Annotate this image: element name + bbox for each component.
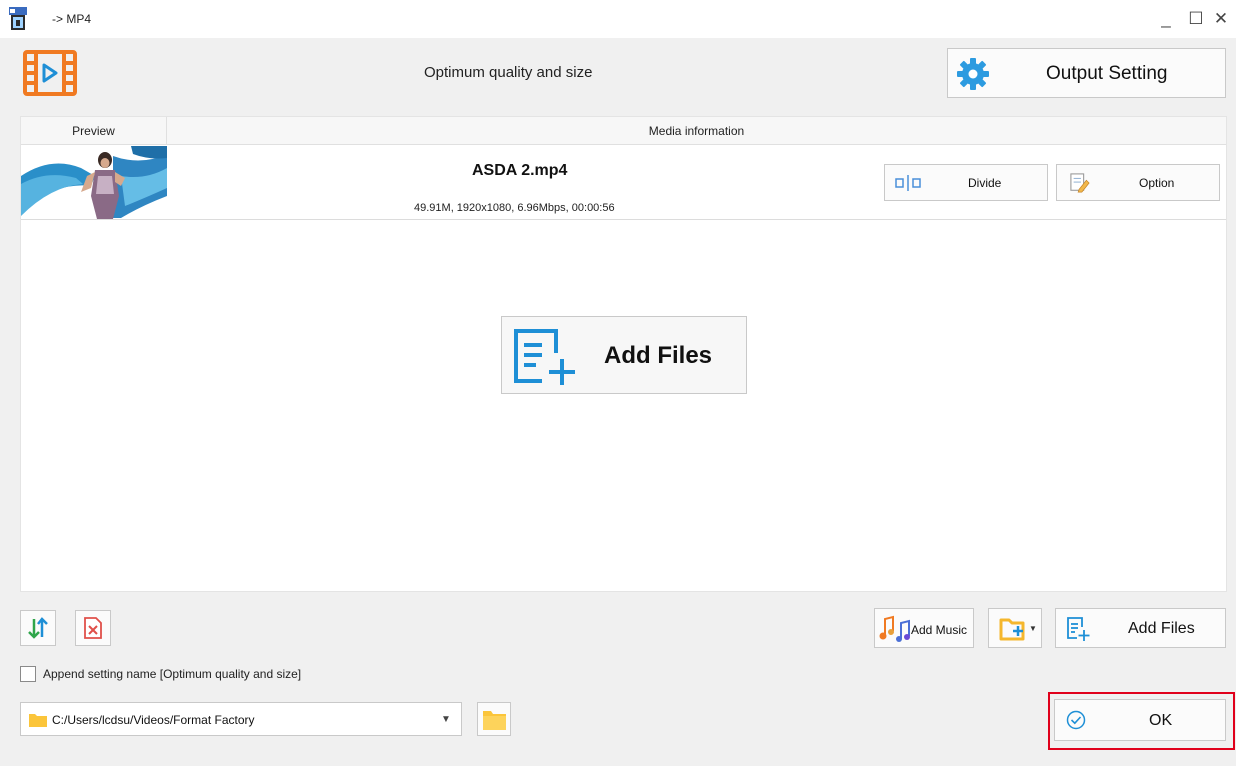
remove-file-icon bbox=[84, 617, 102, 639]
append-setting-label: Append setting name [Optimum quality and… bbox=[43, 667, 302, 681]
add-files-center-label: Add Files bbox=[604, 342, 713, 369]
close-button[interactable]: ✕ bbox=[1210, 6, 1232, 32]
option-label: Option bbox=[1139, 176, 1175, 190]
add-files-center-button[interactable]: Add Files bbox=[501, 316, 747, 394]
gear-icon bbox=[957, 58, 989, 90]
chevron-down-icon[interactable]: ▼ bbox=[441, 714, 451, 725]
file-name: ASDA 2.mp4 bbox=[472, 162, 568, 179]
video-thumbnail bbox=[21, 146, 167, 219]
add-files-icon bbox=[514, 329, 575, 385]
header-row: Optimum quality and size Output Setting bbox=[10, 38, 1230, 110]
file-list-panel: Preview Media information ASDA 2.mp4 49.… bbox=[20, 116, 1227, 592]
check-circle-icon bbox=[1066, 710, 1086, 730]
folder-icon bbox=[29, 714, 47, 727]
divide-label: Divide bbox=[968, 176, 1002, 190]
add-folder-button[interactable]: ▼ bbox=[988, 608, 1042, 648]
sort-button[interactable] bbox=[20, 610, 56, 646]
column-header-media-information[interactable]: Media information bbox=[167, 117, 1226, 145]
quality-preset-label: Optimum quality and size bbox=[424, 64, 593, 81]
window-title: -> MP4 bbox=[52, 12, 92, 26]
add-music-label: Add Music bbox=[911, 623, 968, 637]
minimize-button[interactable]: _ bbox=[1155, 6, 1177, 32]
add-files-label: Add Files bbox=[1128, 620, 1195, 637]
app-icon bbox=[9, 7, 27, 30]
music-notes-icon bbox=[879, 615, 910, 642]
chevron-down-icon: ▼ bbox=[1029, 624, 1037, 633]
output-setting-button[interactable]: Output Setting bbox=[947, 48, 1226, 98]
file-media-info: 49.91M, 1920x1080, 6.96Mbps, 00:00:56 bbox=[414, 202, 615, 214]
format-factory-mp4-dialog: -> MP4 _ ☐ ✕ Optimum quality and size Ou… bbox=[0, 0, 1236, 766]
split-divide-icon bbox=[895, 175, 921, 191]
column-header-preview[interactable]: Preview bbox=[21, 117, 167, 145]
file-row[interactable]: ASDA 2.mp4 49.91M, 1920x1080, 6.96Mbps, … bbox=[21, 146, 1226, 220]
folder-icon bbox=[483, 711, 506, 730]
ok-label: OK bbox=[1149, 712, 1173, 729]
add-music-button[interactable]: Add Music bbox=[874, 608, 974, 648]
add-folder-icon bbox=[999, 618, 1025, 641]
browse-folder-button[interactable] bbox=[477, 702, 511, 736]
ok-button[interactable]: OK bbox=[1054, 699, 1226, 741]
append-setting-option[interactable]: Append setting name [Optimum quality and… bbox=[20, 664, 301, 684]
add-files-button[interactable]: Add Files bbox=[1055, 608, 1226, 648]
output-setting-label: Output Setting bbox=[1046, 63, 1168, 84]
remove-file-button[interactable] bbox=[75, 610, 111, 646]
divide-button[interactable]: Divide bbox=[884, 164, 1048, 201]
add-files-icon bbox=[1067, 617, 1090, 641]
edit-option-icon bbox=[1070, 173, 1090, 193]
option-button[interactable]: Option bbox=[1056, 164, 1220, 201]
append-setting-checkbox[interactable] bbox=[20, 666, 36, 682]
title-bar: -> MP4 _ ☐ ✕ bbox=[0, 0, 1236, 38]
video-film-icon bbox=[23, 50, 77, 96]
output-folder-select[interactable]: C:/Users/lcdsu/Videos/Format Factory ▼ bbox=[20, 702, 462, 736]
sort-arrows-icon bbox=[28, 617, 48, 639]
output-folder-path: C:/Users/lcdsu/Videos/Format Factory bbox=[52, 713, 255, 727]
maximize-button[interactable]: ☐ bbox=[1185, 6, 1207, 32]
